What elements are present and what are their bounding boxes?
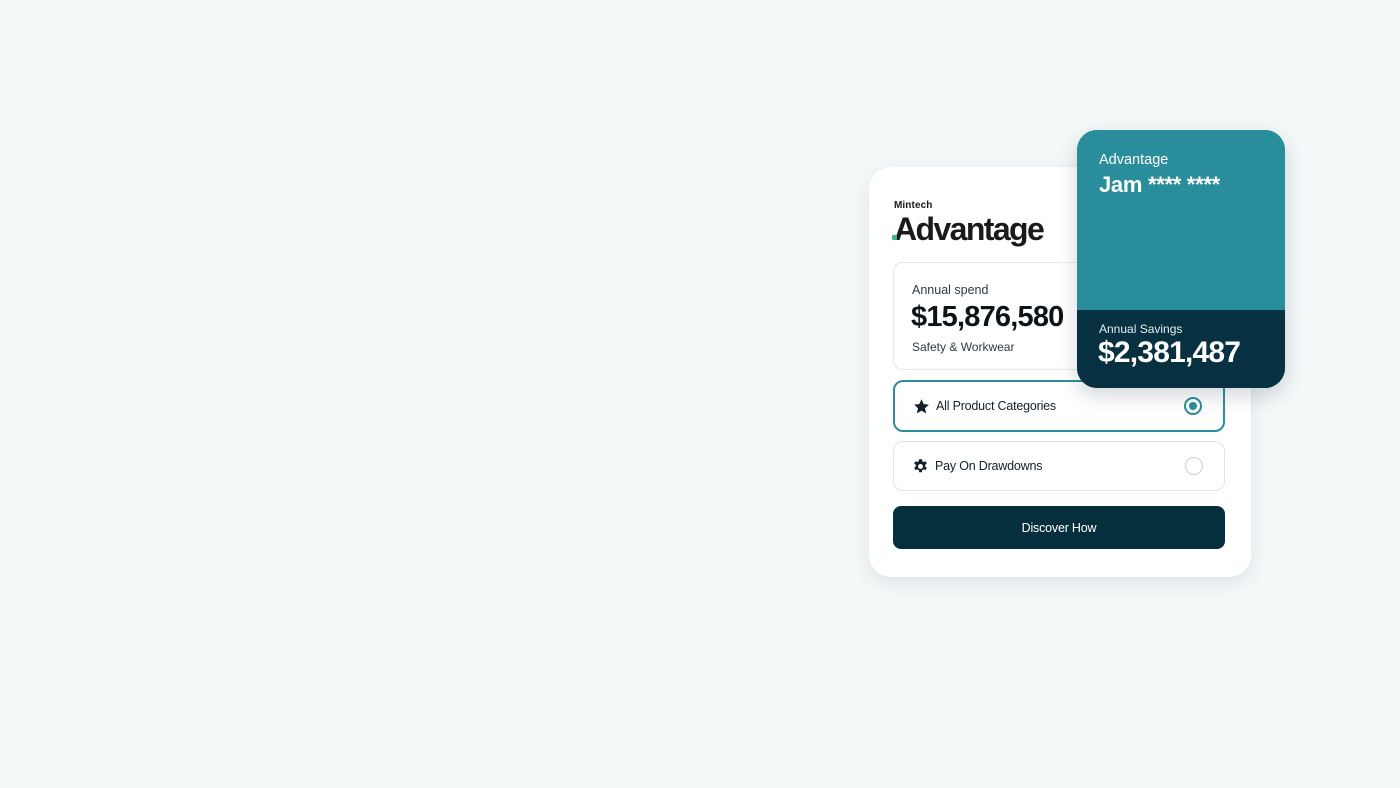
annual-savings-label: Annual Savings (1099, 322, 1183, 336)
option-pay-on-drawdowns[interactable]: Pay On Drawdowns (893, 441, 1225, 491)
gear-icon (912, 458, 929, 475)
annual-savings-value: $2,381,487 (1098, 336, 1241, 369)
star-icon (913, 398, 930, 415)
brand-product-text: Advantage (894, 211, 1045, 247)
brand-product: Advantage (892, 211, 1045, 247)
option-label: All Product Categories (936, 399, 1056, 413)
card-savings-section: Annual Savings $2,381,487 (1077, 310, 1285, 388)
annual-spend-value: $15,876,580 (911, 301, 1064, 333)
spend-category: Safety & Workwear (912, 340, 1015, 354)
brand-logo: Mintech Advantage (892, 200, 1045, 247)
advantage-card: Advantage Jam **** **** Annual Savings $… (1077, 130, 1285, 388)
radio-unselected[interactable] (1185, 457, 1203, 475)
card-holder-name: Jam **** **** (1099, 172, 1220, 197)
brand-dot (892, 235, 897, 240)
radio-selected[interactable] (1184, 397, 1202, 415)
discover-how-button[interactable]: Discover How (893, 506, 1225, 549)
card-top: Advantage Jam **** **** (1077, 130, 1285, 310)
annual-spend-label: Annual spend (912, 283, 989, 297)
card-brand: Advantage (1099, 152, 1169, 168)
option-label: Pay On Drawdowns (935, 459, 1043, 473)
